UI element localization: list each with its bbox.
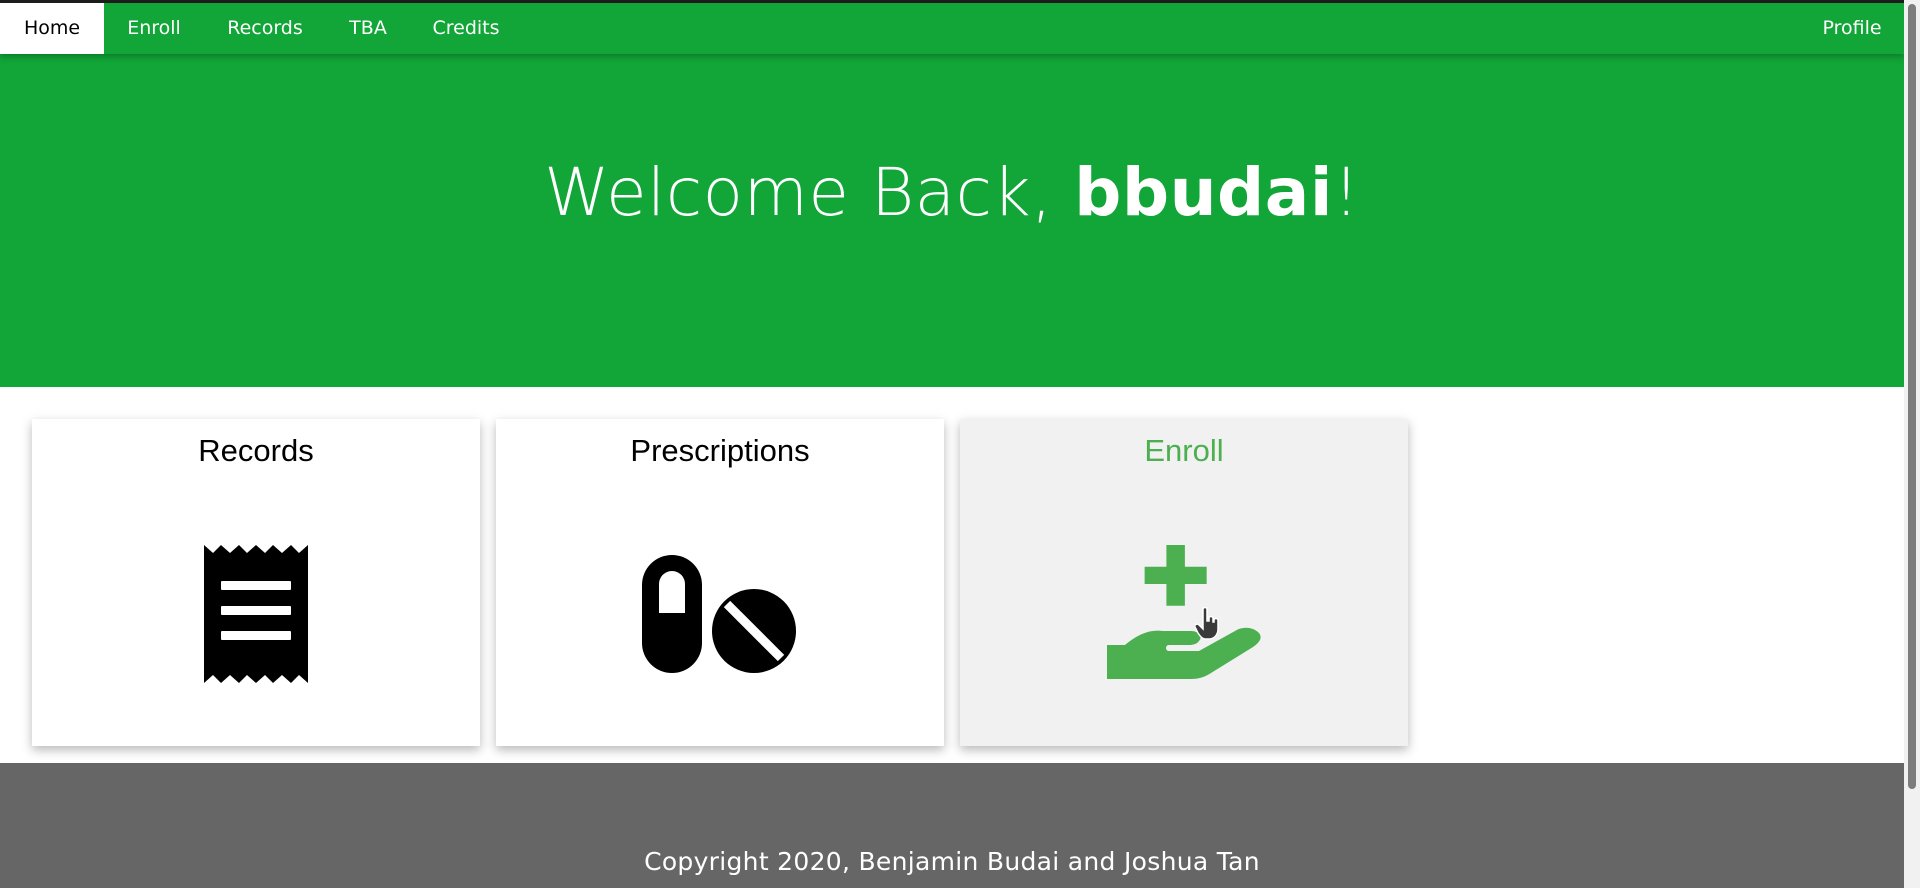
enroll-card-title: Enroll: [1144, 433, 1224, 468]
prescriptions-card[interactable]: Prescriptions: [496, 419, 944, 746]
welcome-username: bbudai: [1074, 154, 1333, 231]
enroll-card[interactable]: Enroll: [960, 419, 1408, 746]
nav-credits[interactable]: Credits: [410, 3, 522, 54]
records-card[interactable]: Records: [32, 419, 480, 746]
navbar: Home Enroll Records TBA Credits Profile: [0, 3, 1904, 54]
nav-tba[interactable]: TBA: [326, 3, 410, 54]
receipt-icon: [32, 539, 480, 689]
page: Home Enroll Records TBA Credits Profile …: [0, 0, 1904, 888]
footer: Copyright 2020, Benjamin Budai and Joshu…: [0, 763, 1904, 888]
nav-home[interactable]: Home: [0, 3, 104, 54]
hero-banner: Welcome Back, bbudai!: [0, 54, 1904, 387]
nav-enroll[interactable]: Enroll: [104, 3, 204, 54]
pills-icon: [496, 539, 944, 689]
scrollbar-thumb[interactable]: [1908, 4, 1916, 789]
welcome-punctuation: !: [1332, 154, 1360, 231]
nav-profile[interactable]: Profile: [1800, 3, 1904, 54]
copyright-text: Copyright 2020, Benjamin Budai and Joshu…: [644, 847, 1260, 876]
hand-holding-medical-icon: [960, 539, 1408, 689]
welcome-greeting: Welcome Back,: [544, 154, 1075, 231]
records-card-title: Records: [198, 433, 314, 468]
prescriptions-card-title: Prescriptions: [630, 433, 810, 468]
welcome-heading: Welcome Back, bbudai!: [0, 154, 1904, 231]
vertical-scrollbar[interactable]: [1904, 0, 1920, 888]
nav-records[interactable]: Records: [204, 3, 326, 54]
